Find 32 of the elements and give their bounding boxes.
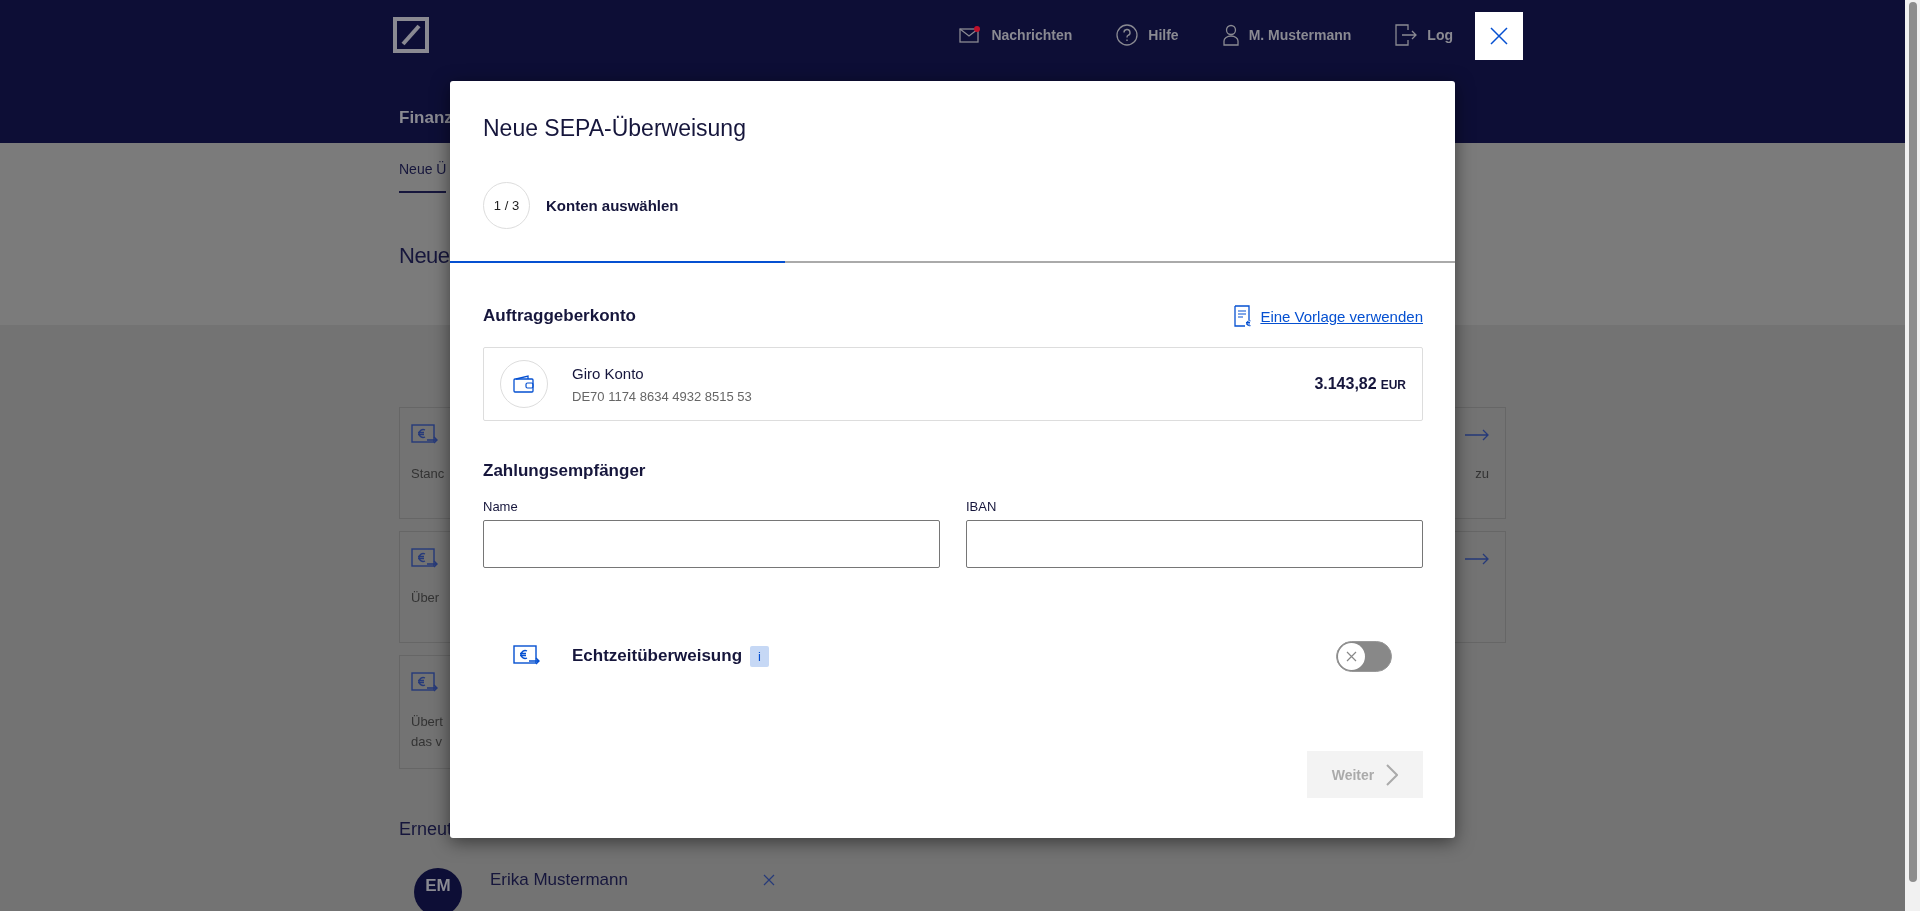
card-text: Übert xyxy=(411,714,443,729)
nav-label: M. Mustermann xyxy=(1248,27,1352,43)
avatar: EM xyxy=(414,868,462,911)
template-link[interactable]: Eine Vorlage verwenden xyxy=(1234,305,1423,327)
card-text: zu xyxy=(1475,465,1489,483)
card-text: Stanc xyxy=(411,466,445,481)
account-balance: 3.143,82 xyxy=(1314,375,1377,393)
section-title: Auftraggeberkonto xyxy=(483,306,636,326)
currency: EUR xyxy=(1380,378,1406,392)
nav-label: Log xyxy=(1427,27,1453,43)
info-badge[interactable]: i xyxy=(750,645,769,667)
dialog-title: Neue SEPA-Überweisung xyxy=(483,115,747,142)
nav-link[interactable]: Nachrichten xyxy=(959,26,1073,44)
recipient-name[interactable]: Erika Mustermann xyxy=(490,870,735,890)
nav-label: Hilfe xyxy=(1148,27,1179,43)
card-text: das v xyxy=(411,734,443,749)
page-title: Neue xyxy=(399,243,451,269)
section-title: Erneut xyxy=(399,819,454,840)
nav-link[interactable]: Hilfe xyxy=(1116,24,1179,46)
tab[interactable]: Neue Ü xyxy=(399,161,447,193)
account-card[interactable]: Giro Konto DE70 1174 8634 4932 8515 53 3.143,82 EUR xyxy=(483,347,1423,421)
account-name: Giro Konto xyxy=(572,364,645,382)
nav-link[interactable]: Log xyxy=(1395,24,1453,46)
card-text: Über xyxy=(411,590,440,605)
nav-link[interactable]: M. Mustermann xyxy=(1222,24,1352,46)
field-label: Name xyxy=(483,499,519,514)
section-title: Zahlungsempfänger xyxy=(483,461,646,481)
step-label: Konten auswählen xyxy=(546,197,679,214)
instant-transfer-label: Echtzeitüberweisung xyxy=(572,646,743,666)
nav-label: Nachrichten xyxy=(991,27,1073,43)
field-label: IBAN xyxy=(966,499,998,514)
account-iban: DE70 1174 8634 4932 8515 53 xyxy=(572,388,752,404)
